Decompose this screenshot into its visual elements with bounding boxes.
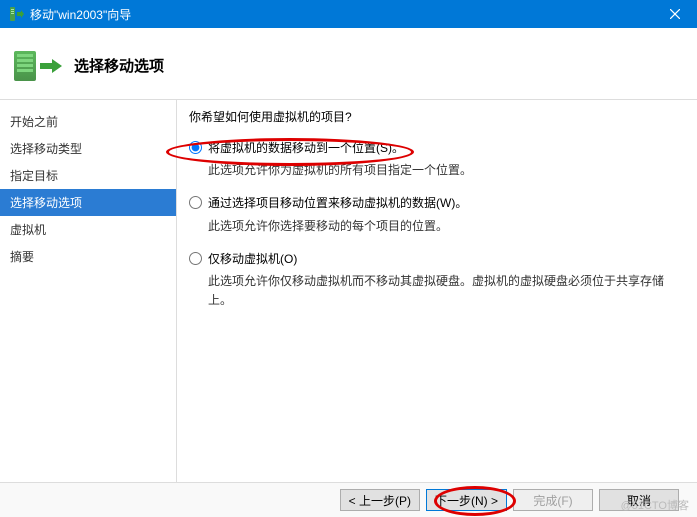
step-before-begin[interactable]: 开始之前 [0, 108, 176, 135]
option-move-vm-only[interactable]: 仅移动虚拟机(O) 此选项允许你仅移动虚拟机而不移动其虚拟硬盘。虚拟机的虚拟硬盘… [189, 250, 677, 311]
radio-group: 将虚拟机的数据移动到一个位置(S)。 此选项允许你为虚拟机的所有项目指定一个位置… [189, 139, 677, 310]
option-move-by-item-desc: 此选项允许你选择要移动的每个项目的位置。 [208, 217, 677, 236]
app-icon [8, 6, 24, 22]
prev-button[interactable]: < 上一步(P) [340, 489, 420, 511]
option-move-by-item[interactable]: 通过选择项目移动位置来移动虚拟机的数据(W)。 此选项允许你选择要移动的每个项目… [189, 194, 677, 235]
radio-move-by-item[interactable] [189, 196, 202, 209]
option-move-by-item-label: 通过选择项目移动位置来移动虚拟机的数据(W)。 [208, 194, 677, 213]
wizard-steps-sidebar: 开始之前 选择移动类型 指定目标 选择移动选项 虚拟机 摘要 [0, 100, 176, 482]
wizard-body: 开始之前 选择移动类型 指定目标 选择移动选项 虚拟机 摘要 你希望如何使用虚拟… [0, 100, 697, 482]
option-move-all[interactable]: 将虚拟机的数据移动到一个位置(S)。 此选项允许你为虚拟机的所有项目指定一个位置… [189, 139, 677, 180]
server-icon [14, 51, 36, 81]
close-button[interactable] [652, 0, 697, 28]
next-button[interactable]: 下一步(N) > [426, 489, 507, 511]
wizard-header: 选择移动选项 [0, 28, 697, 100]
watermark-text: @51CTO博客 [621, 497, 689, 513]
finish-button: 完成(F) [513, 489, 593, 511]
step-virtual-machine[interactable]: 虚拟机 [0, 216, 176, 243]
window-title: 移动"win2003"向导 [30, 6, 131, 23]
option-move-all-desc: 此选项允许你为虚拟机的所有项目指定一个位置。 [208, 161, 677, 180]
radio-move-vm-only[interactable] [189, 252, 202, 265]
step-move-options[interactable]: 选择移动选项 [0, 189, 176, 216]
step-summary[interactable]: 摘要 [0, 243, 176, 270]
arrow-right-icon [40, 58, 62, 74]
question-text: 你希望如何使用虚拟机的项目? [189, 108, 677, 125]
option-move-all-label: 将虚拟机的数据移动到一个位置(S)。 [208, 139, 677, 158]
wizard-icon [10, 51, 66, 81]
radio-move-all[interactable] [189, 141, 202, 154]
wizard-main-panel: 你希望如何使用虚拟机的项目? 将虚拟机的数据移动到一个位置(S)。 此选项允许你… [176, 100, 697, 482]
step-move-type[interactable]: 选择移动类型 [0, 135, 176, 162]
option-move-vm-only-desc: 此选项允许你仅移动虚拟机而不移动其虚拟硬盘。虚拟机的虚拟硬盘必须位于共享存储上。 [208, 272, 677, 310]
option-move-vm-only-label: 仅移动虚拟机(O) [208, 250, 677, 269]
titlebar: 移动"win2003"向导 [0, 0, 697, 28]
page-heading: 选择移动选项 [74, 55, 164, 76]
wizard-footer: < 上一步(P) 下一步(N) > 完成(F) 取消 [0, 482, 697, 517]
close-icon [670, 9, 680, 19]
step-specify-target[interactable]: 指定目标 [0, 162, 176, 189]
